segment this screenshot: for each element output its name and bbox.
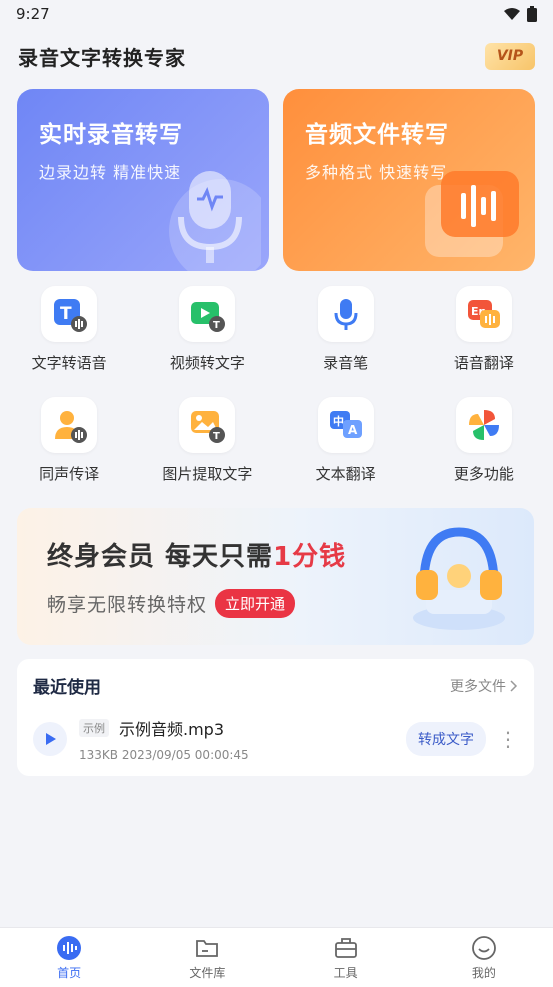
- file-meta: 133KB 2023/09/05 00:00:45: [79, 748, 249, 762]
- more-options-icon[interactable]: ⋮: [498, 729, 518, 749]
- svg-text:T: T: [213, 320, 220, 331]
- more-files-label: 更多文件: [450, 678, 506, 695]
- recent-header: 最近使用 更多文件: [33, 673, 518, 698]
- feature-simultaneous-interpret[interactable]: 同声传译: [0, 393, 138, 498]
- nav-profile[interactable]: 我的: [415, 928, 553, 987]
- app-header: 录音文字转换专家 VIP: [18, 40, 535, 72]
- file-info: 示例 示例音频.mp3 133KB 2023/09/05 00:00:45: [79, 716, 406, 762]
- microphone-icon: [317, 286, 374, 342]
- nav-label: 首页: [57, 965, 82, 980]
- svg-text:中: 中: [333, 414, 344, 428]
- feature-text-translate[interactable]: 中 A 文本翻译: [277, 393, 415, 498]
- more-files-link[interactable]: 更多文件: [450, 676, 518, 696]
- feature-label: 同声传译: [39, 465, 100, 483]
- file-name-row: 示例 示例音频.mp3: [79, 716, 406, 740]
- feature-label: 语音翻译: [453, 354, 514, 372]
- recent-file-row[interactable]: 示例 示例音频.mp3 133KB 2023/09/05 00:00:45 转成…: [33, 716, 518, 762]
- nav-tools[interactable]: 工具: [277, 928, 415, 987]
- banner-subtitle: 畅享无限转换特权: [47, 594, 208, 616]
- headphones-icon: [413, 527, 505, 630]
- banner-title-accent: 1分钱: [273, 542, 347, 572]
- recent-title: 最近使用: [33, 678, 101, 698]
- voice-translate-icon: En: [455, 286, 512, 342]
- status-bar: 9:27: [0, 0, 553, 28]
- microphone-icon: [169, 171, 261, 271]
- realtime-transcribe-title: 实时录音转写: [39, 122, 183, 148]
- nav-label: 我的: [471, 965, 496, 980]
- audio-file-transcribe-card[interactable]: 音频文件转写 多种格式 快速转写: [283, 89, 535, 271]
- app-title: 录音文字转换专家: [18, 45, 186, 70]
- nav-label: 工具: [333, 965, 358, 980]
- feature-voice-translate[interactable]: En 语音翻译: [415, 282, 553, 387]
- membership-banner[interactable]: 终身会员 每天只需1分钱 畅享无限转换特权 立即开通: [17, 508, 534, 645]
- status-icons: [503, 6, 537, 22]
- feature-text-to-speech[interactable]: T 文字转语音: [0, 282, 138, 387]
- feature-more[interactable]: 更多功能: [415, 393, 553, 498]
- battery-icon: [527, 6, 537, 22]
- nav-home[interactable]: 首页: [0, 928, 138, 987]
- file-name: 示例音频.mp3: [119, 720, 225, 739]
- feature-video-to-text[interactable]: T 视频转文字: [138, 282, 276, 387]
- convert-to-text-button[interactable]: 转成文字: [406, 722, 486, 756]
- more-features-icon: [455, 397, 512, 453]
- video-to-text-icon: T: [179, 286, 236, 342]
- text-to-speech-icon: T: [41, 286, 98, 342]
- sample-tag: 示例: [79, 719, 109, 737]
- text-translate-icon: 中 A: [317, 397, 374, 453]
- feature-image-text[interactable]: T 图片提取文字: [138, 393, 276, 498]
- svg-text:T: T: [60, 304, 72, 324]
- feature-recorder[interactable]: 录音笔: [277, 282, 415, 387]
- chevron-right-icon: [510, 679, 518, 692]
- play-icon: [46, 733, 56, 745]
- banner-title-prefix: 终身会员 每天只需: [47, 542, 274, 572]
- feature-label: 文本翻译: [315, 465, 376, 483]
- feature-label: 文字转语音: [31, 354, 107, 372]
- recent-card: 最近使用 更多文件 示例 示例音频.mp3 133KB 2023/09/05 0…: [17, 659, 534, 776]
- feature-label: 视频转文字: [169, 354, 245, 372]
- svg-text:A: A: [348, 423, 358, 437]
- feature-label: 更多功能: [453, 465, 514, 483]
- feature-label: 图片提取文字: [162, 465, 253, 483]
- play-button[interactable]: [33, 722, 67, 756]
- simultaneous-interpret-icon: [41, 397, 98, 453]
- status-time: 9:27: [16, 5, 50, 23]
- toolbox-icon: [334, 937, 357, 958]
- realtime-transcribe-card[interactable]: 实时录音转写 边录边转 精准快速: [17, 89, 269, 271]
- home-waveform-icon: [57, 935, 82, 960]
- feature-label: 录音笔: [323, 354, 369, 372]
- nav-label: 文件库: [189, 965, 226, 980]
- feature-grid: T 文字转语音 T 视频转文字 录音笔 En 语音翻译 同声传译 T 图片提取文…: [0, 282, 553, 498]
- nav-file-library[interactable]: 文件库: [138, 928, 276, 987]
- folder-icon: [196, 939, 219, 957]
- bottom-nav: 首页 文件库 工具 我的: [0, 927, 553, 987]
- wifi-icon: [504, 8, 520, 20]
- image-text-icon: T: [179, 397, 236, 453]
- activate-now-button[interactable]: 立即开通: [215, 589, 296, 618]
- vip-badge[interactable]: VIP: [485, 42, 535, 70]
- profile-smile-icon: [471, 935, 496, 960]
- audio-file-transcribe-title: 音频文件转写: [305, 122, 449, 148]
- svg-text:T: T: [213, 431, 220, 442]
- audio-file-icon: [425, 171, 519, 257]
